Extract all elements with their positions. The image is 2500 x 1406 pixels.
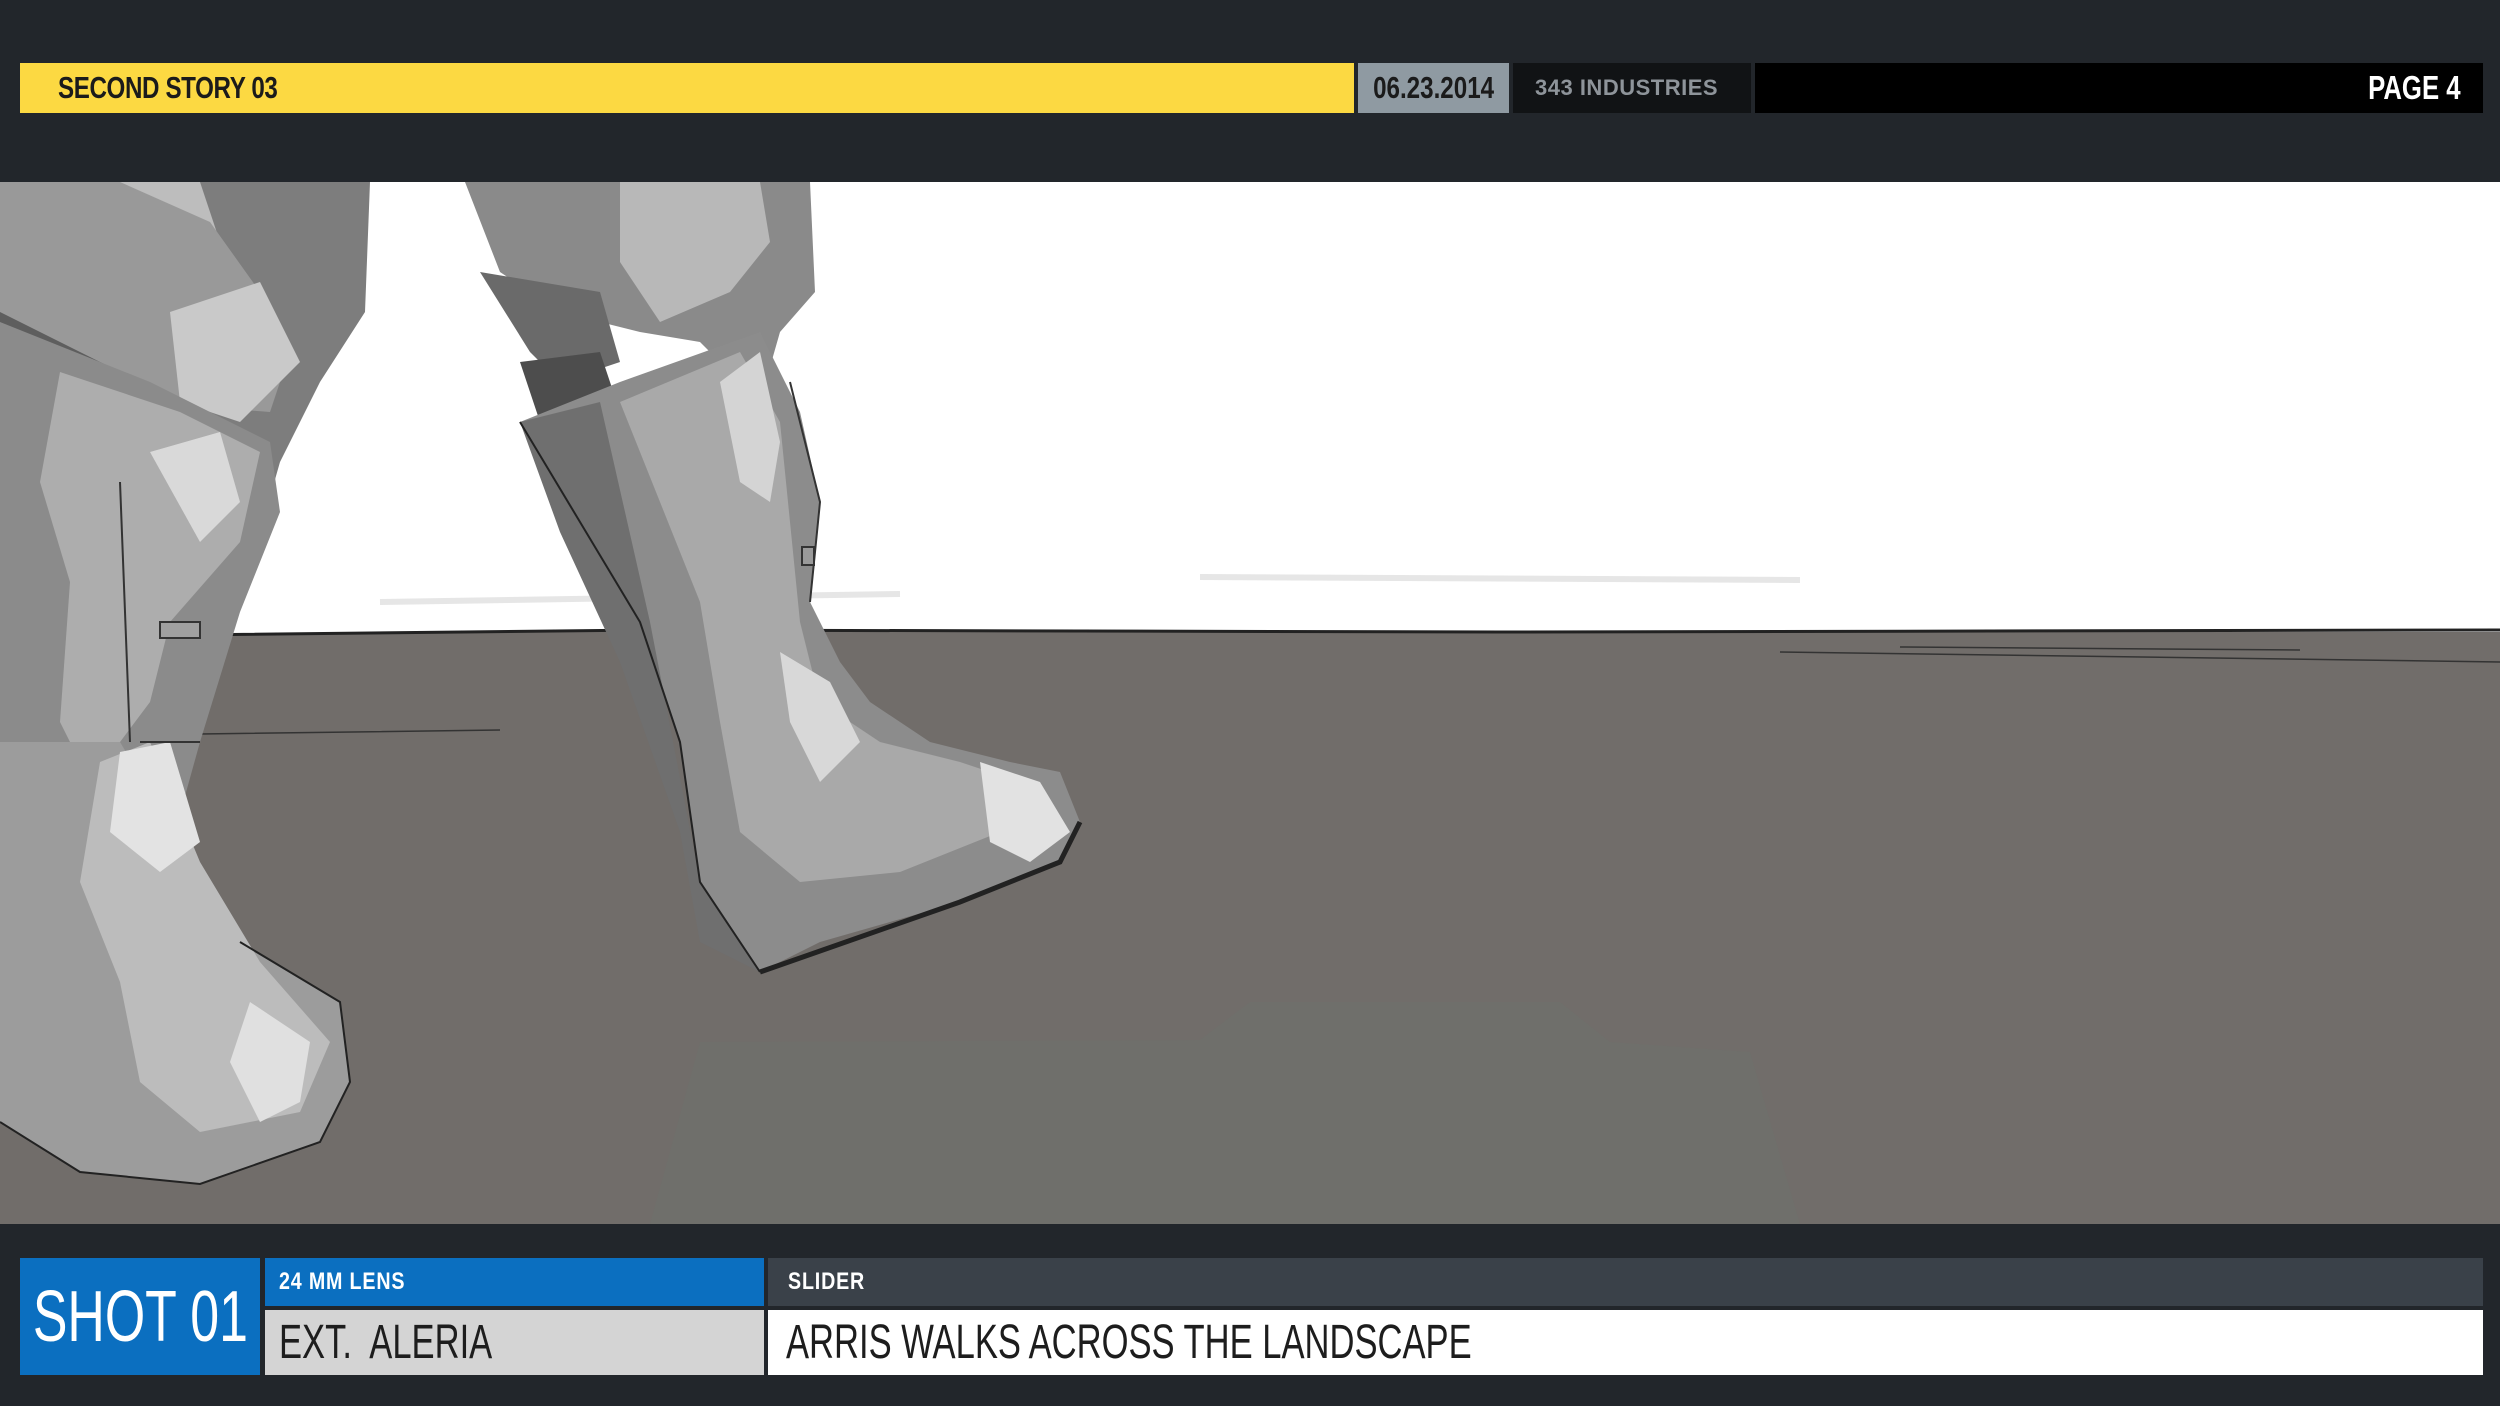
storyboard-drawing [0, 182, 2500, 1224]
location-label: EXT. ALERIA [265, 1310, 764, 1375]
shot-number: SHOT 01 [20, 1258, 260, 1375]
studio-label: 343 INDUSTRIES [1513, 63, 1751, 113]
storyboard-panel [0, 182, 2500, 1224]
lens-label: 24 MM LENS [265, 1258, 764, 1306]
project-title: SECOND STORY 03 [20, 63, 1354, 113]
camera-move-label: SLIDER [768, 1258, 2483, 1306]
date-label: 06.23.2014 [1358, 63, 1509, 113]
page-number: PAGE 4 [1755, 63, 2483, 113]
header-bar: SECOND STORY 03 06.23.2014 343 INDUSTRIE… [20, 63, 2483, 113]
action-description: ARRIS WALKS ACROSS THE LANDSCAPE [768, 1310, 2483, 1375]
